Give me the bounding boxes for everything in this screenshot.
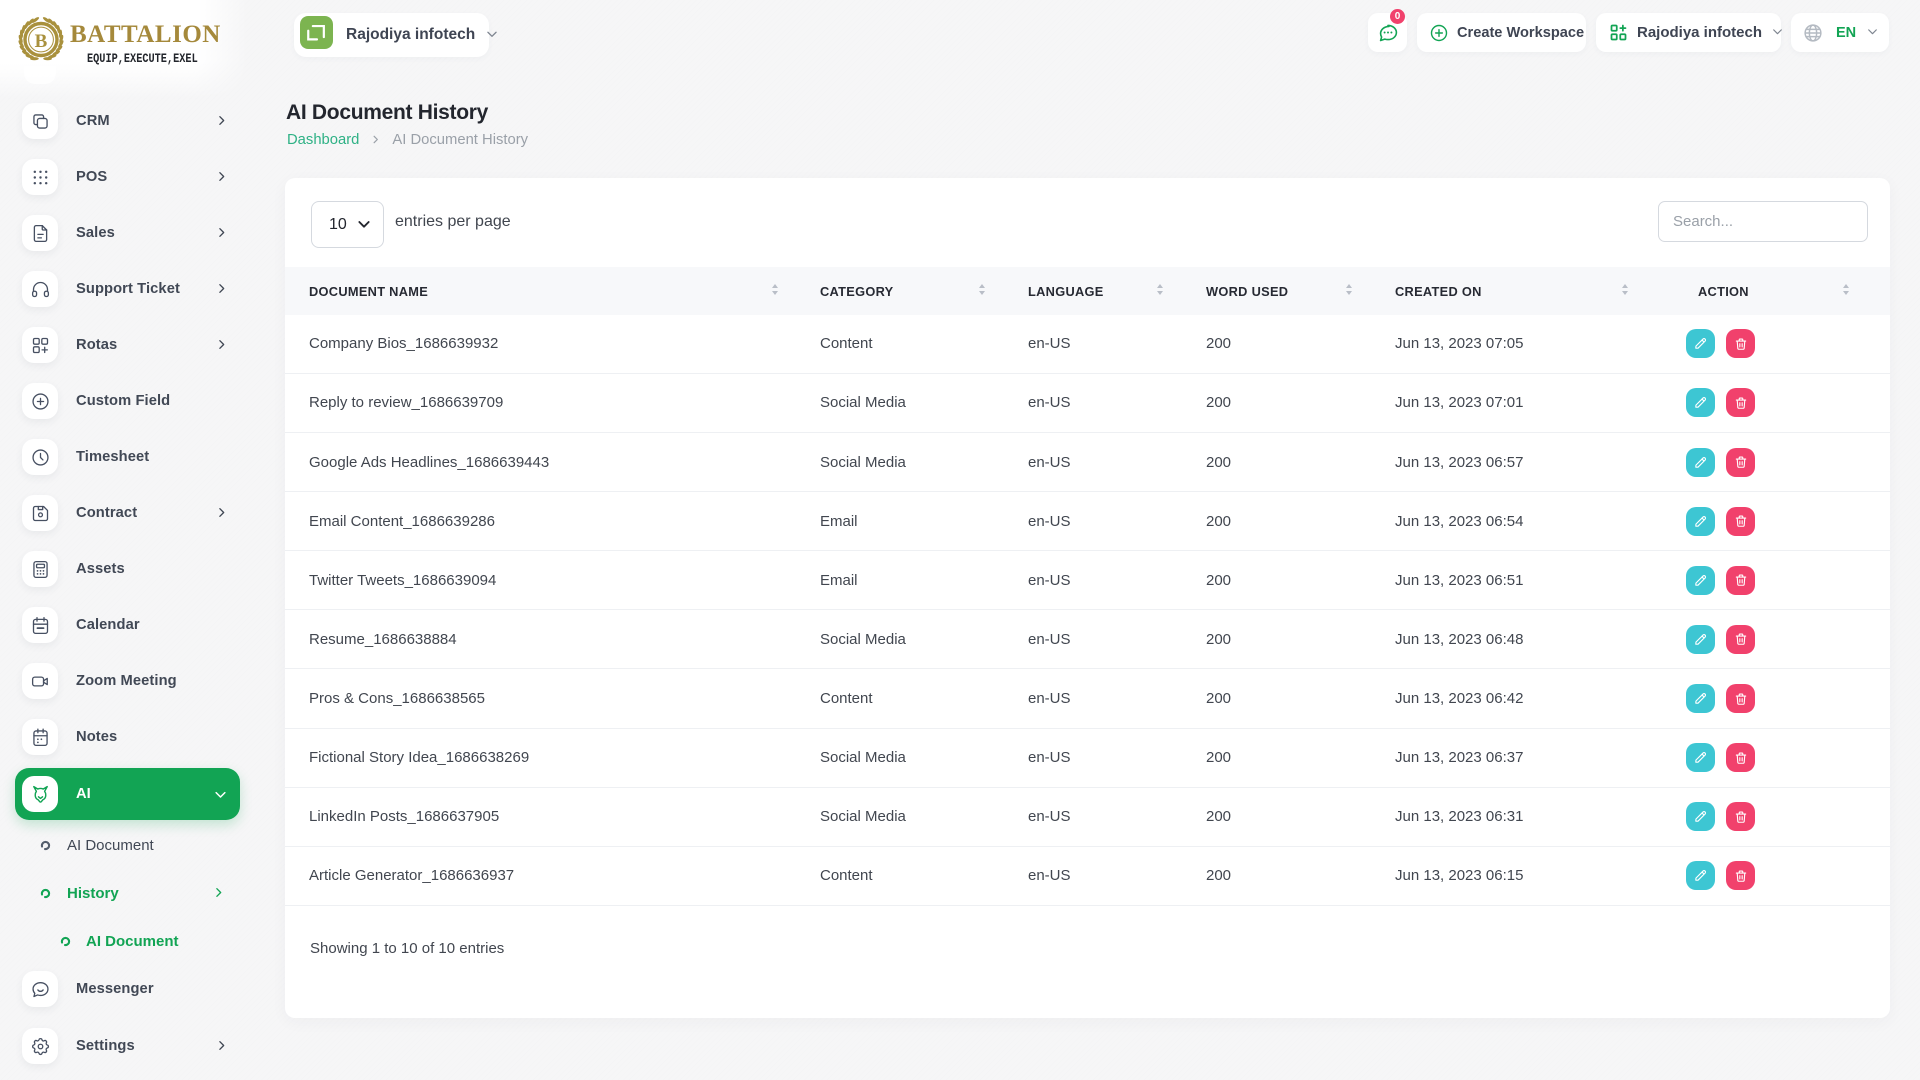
svg-text:B: B (35, 31, 48, 52)
